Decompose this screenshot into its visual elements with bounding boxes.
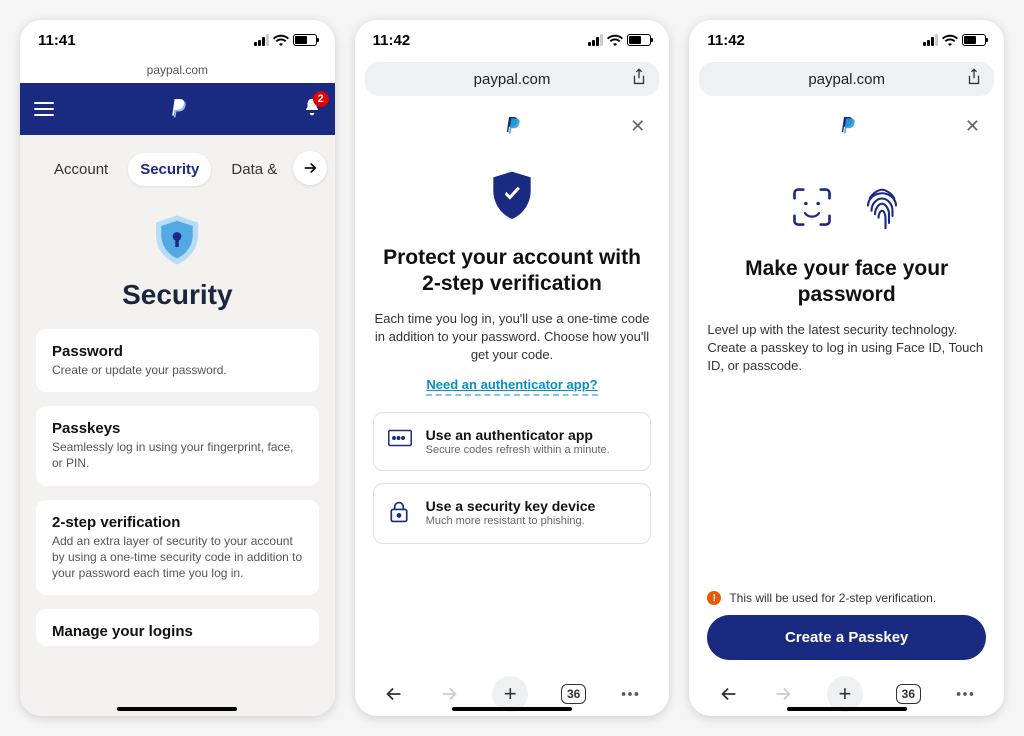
card-title: Passkeys [52,420,303,437]
home-indicator[interactable] [452,707,572,711]
forward-icon[interactable] [772,683,794,705]
url-label[interactable]: paypal.com [20,60,335,83]
fingerprint-icon [861,186,903,232]
clock: 11:41 [38,32,76,49]
otp-icon [388,429,414,452]
option-authenticator-app[interactable]: Use an authenticator app Secure codes re… [373,412,652,471]
card-password[interactable]: Password Create or update your password. [36,329,319,392]
tab-data[interactable]: Data & [219,153,289,186]
lock-icon [388,500,414,529]
wifi-icon [942,34,958,46]
tab-row: Account Security Data & [20,135,335,200]
phone-passkey: 11:42 paypal.com ✕ Make your face your p… [689,20,1004,716]
note-text: This will be used for 2-step verificatio… [729,591,936,605]
url-text: paypal.com [474,71,551,88]
page-title: Security [36,279,319,311]
status-icons [588,34,651,46]
battery-icon [627,34,651,46]
clock: 11:42 [373,32,411,49]
home-indicator[interactable] [117,707,237,711]
signal-icon [588,34,603,46]
status-icons [923,34,986,46]
header-row: ✕ [373,106,652,146]
close-icon[interactable]: ✕ [965,116,980,137]
more-icon[interactable] [619,683,641,705]
option-title: Use an authenticator app [426,427,610,443]
tabs-count[interactable]: 36 [561,684,586,704]
status-bar: 11:42 [355,20,670,60]
url-bar[interactable]: paypal.com [699,62,994,96]
menu-icon[interactable] [34,102,54,116]
tab-account[interactable]: Account [42,153,120,186]
clock: 11:42 [707,32,745,49]
info-icon: ! [707,591,721,605]
card-2step[interactable]: 2-step verification Add an extra layer o… [36,500,319,596]
notifications-bell-icon[interactable]: 2 [303,97,321,122]
wifi-icon [273,34,289,46]
twostep-content: ✕ Protect your account with 2-step verif… [355,102,670,670]
status-bar: 11:41 [20,20,335,60]
card-title: Password [52,343,303,360]
tabs-count[interactable]: 36 [896,684,921,704]
share-icon[interactable] [631,68,647,90]
card-desc: Create or update your password. [52,362,303,378]
security-page-content: Security Password Create or update your … [20,200,335,716]
page-title: Protect your account with 2-step verific… [373,245,652,298]
info-note: ! This will be used for 2-step verificat… [707,591,986,605]
signal-icon [254,34,269,46]
battery-icon [293,34,317,46]
card-passkeys[interactable]: Passkeys Seamlessly log in using your fi… [36,406,319,485]
wifi-icon [607,34,623,46]
tab-security[interactable]: Security [128,153,211,186]
paypal-logo-icon [503,115,521,137]
home-indicator[interactable] [787,707,907,711]
tabs-scroll-right-button[interactable] [293,151,327,185]
paypal-logo-icon [838,115,856,137]
biometric-icons [707,186,986,232]
card-desc: Seamlessly log in using your fingerprint… [52,439,303,471]
phone-security-settings: 11:41 paypal.com 2 Account Security Data… [20,20,335,716]
card-title: 2-step verification [52,514,303,531]
page-subtitle: Each time you log in, you'll use a one-t… [373,310,652,365]
status-bar: 11:42 [689,20,1004,60]
battery-icon [962,34,986,46]
card-desc: Add an extra layer of security to your a… [52,533,303,582]
back-icon[interactable] [383,683,405,705]
forward-icon[interactable] [438,683,460,705]
header-row: ✕ [707,106,986,146]
app-navbar: 2 [20,83,335,135]
url-text: paypal.com [808,71,885,88]
option-security-key[interactable]: Use a security key device Much more resi… [373,483,652,544]
option-desc: Much more resistant to phishing. [426,515,596,527]
page-subtitle: Level up with the latest security techno… [707,321,986,376]
close-icon[interactable]: ✕ [630,116,645,137]
create-passkey-button[interactable]: Create a Passkey [707,615,986,660]
more-icon[interactable] [954,683,976,705]
face-id-icon [791,186,833,228]
paypal-logo-icon [168,97,188,121]
page-title: Make your face your password [707,256,986,309]
back-icon[interactable] [718,683,740,705]
notification-badge: 2 [313,91,329,107]
authenticator-help-link[interactable]: Need an authenticator app? [426,377,597,396]
shield-check-icon [489,170,535,222]
arrow-right-icon [301,159,319,177]
share-icon[interactable] [966,68,982,90]
option-title: Use a security key device [426,498,596,514]
option-desc: Secure codes refresh within a minute. [426,444,610,456]
signal-icon [923,34,938,46]
status-icons [254,34,317,46]
phone-2step: 11:42 paypal.com ✕ Protect your account … [355,20,670,716]
url-bar[interactable]: paypal.com [365,62,660,96]
card-manage-logins[interactable]: Manage your logins [36,609,319,646]
shield-keyhole-icon [149,212,205,268]
passkey-content: ✕ Make your face your password Level up … [689,102,1004,670]
card-title: Manage your logins [52,623,303,640]
